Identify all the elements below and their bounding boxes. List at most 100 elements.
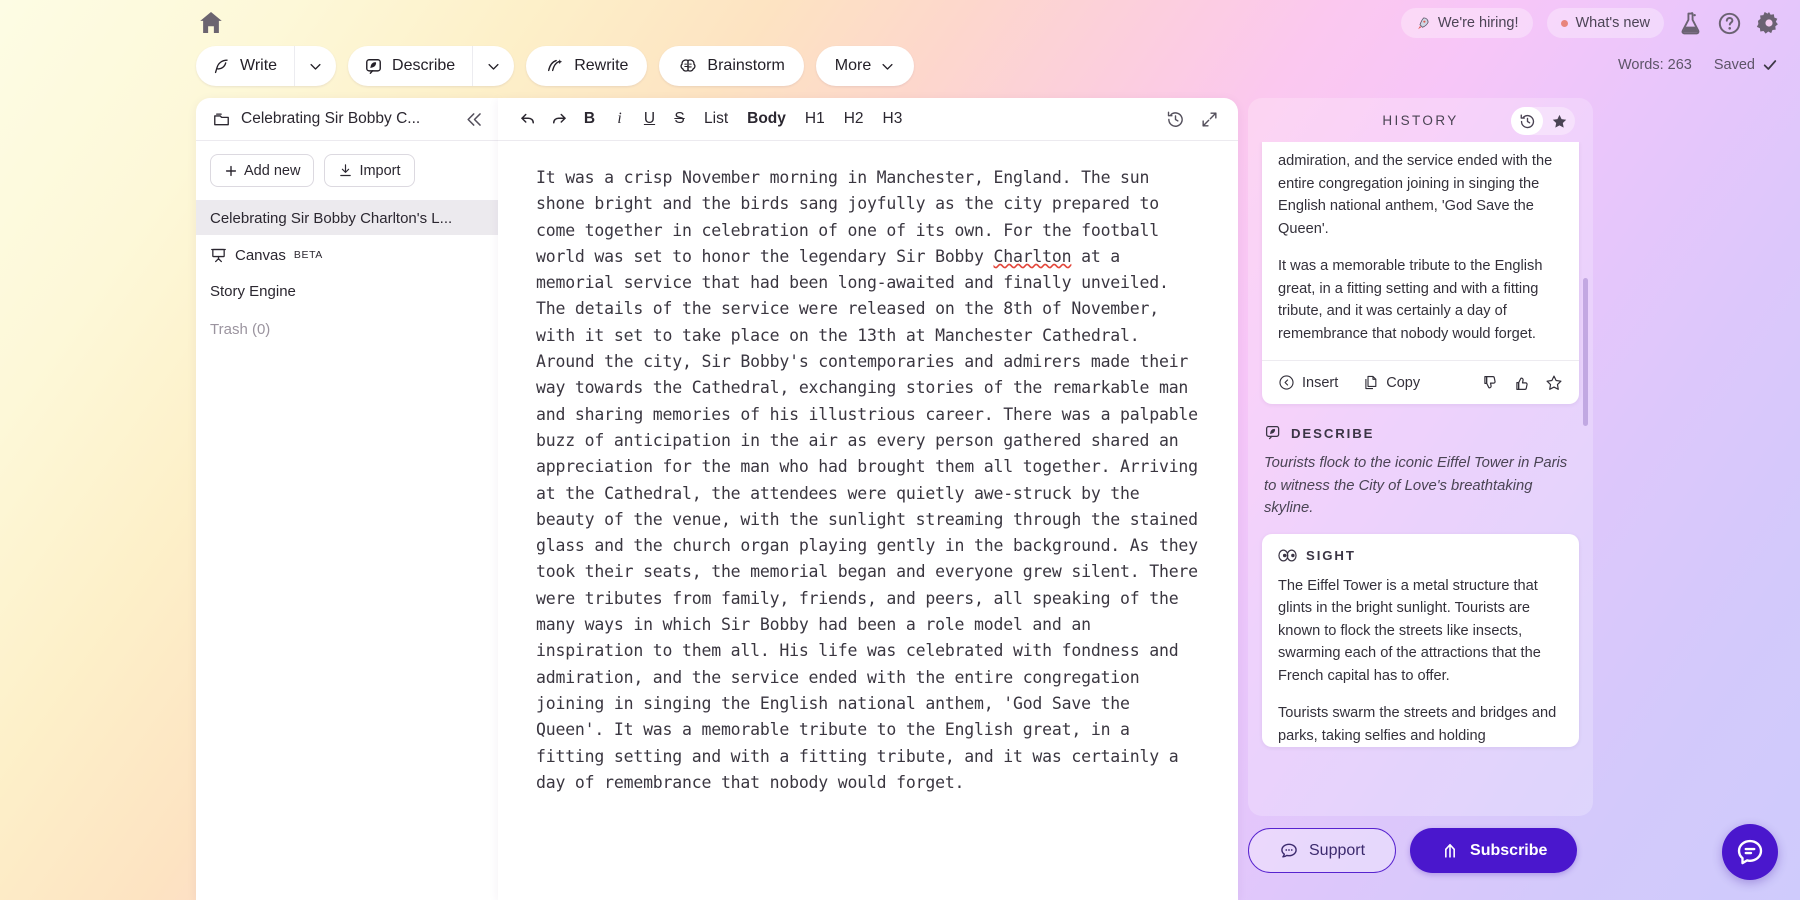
document-content[interactable]: It was a crisp November morning in Manch… (498, 141, 1238, 796)
history-toggle-button[interactable] (1511, 107, 1543, 135)
quill-icon (214, 58, 228, 73)
history-card-text: admiration, and the service ended with t… (1262, 142, 1579, 345)
subscribe-label: Subscribe (1470, 841, 1548, 859)
chevron-down-icon (882, 63, 893, 70)
history-icon (1167, 111, 1183, 127)
check-icon (1763, 60, 1777, 70)
copy-label: Copy (1386, 374, 1421, 391)
undo-button[interactable] (514, 105, 542, 133)
help-icon[interactable] (1717, 11, 1742, 36)
sidebar-item-document[interactable]: Celebrating Sir Bobby Charlton's L... (196, 201, 498, 235)
panel-mode-toggle (1511, 107, 1575, 135)
redo-icon (553, 113, 566, 124)
rewrite-button[interactable]: Rewrite (526, 46, 648, 86)
favorites-toggle-button[interactable] (1543, 107, 1575, 135)
sidebar-item-trash[interactable]: Trash (0) (196, 313, 498, 345)
canvas-label: Canvas (235, 246, 286, 264)
hiring-chip[interactable]: We're hiring! (1400, 8, 1533, 38)
home-icon (200, 12, 222, 33)
describe-section-title: DESCRIBE (1291, 425, 1375, 441)
brain-icon (680, 58, 696, 72)
arrow-up-icon (1445, 843, 1456, 858)
favorite-button[interactable] (1545, 374, 1563, 392)
bottom-actions: Support Subscribe (1248, 828, 1578, 873)
add-new-label: Add new (244, 162, 301, 179)
write-dropdown-button[interactable] (294, 46, 336, 86)
document-actions: Add new Import (196, 141, 498, 201)
doc-text-part2: at a memorial service that had been long… (536, 246, 1198, 792)
sight-card-title: SIGHT (1306, 547, 1356, 563)
expand-icon (1202, 111, 1217, 127)
h1-button[interactable]: H1 (797, 105, 833, 133)
import-label: Import (359, 162, 401, 179)
panel-scroll-area[interactable]: admiration, and the service ended with t… (1248, 142, 1593, 816)
sight-card-header: SIGHT (1262, 534, 1579, 575)
write-button[interactable]: Write (196, 46, 294, 86)
import-button[interactable]: Import (324, 154, 415, 187)
project-header: Celebrating Sir Bobby C... (196, 98, 498, 141)
underline-button[interactable]: U (636, 105, 663, 133)
topbar-right-area: We're hiring! What's new (1400, 8, 1782, 38)
document-list: Celebrating Sir Bobby Charlton's L... Ca… (196, 201, 498, 345)
describe-dropdown-button[interactable] (472, 46, 514, 86)
describe-button[interactable]: Describe (348, 46, 472, 86)
chat-icon (1281, 843, 1297, 858)
eyes-icon (1278, 549, 1297, 561)
home-button[interactable] (196, 8, 226, 38)
whats-new-chip[interactable]: What's new (1546, 8, 1664, 38)
sight-card-text: The Eiffel Tower is a metal structure th… (1262, 575, 1579, 748)
describe-icon (1265, 425, 1280, 440)
save-status: Saved (1714, 57, 1778, 73)
strikethrough-button[interactable]: S (666, 105, 693, 133)
h2-button[interactable]: H2 (836, 105, 872, 133)
italic-button[interactable]: i (606, 105, 633, 133)
history-paragraph-1: admiration, and the service ended with t… (1278, 153, 1553, 237)
body-style-button[interactable]: Body (739, 105, 794, 133)
sidebar-item-story-engine[interactable]: Story Engine (196, 275, 498, 307)
brainstorm-button[interactable]: Brainstorm (659, 46, 804, 86)
h3-button[interactable]: H3 (875, 105, 911, 133)
editor-status-row: Words: 263 Saved (1618, 57, 1778, 73)
insert-button[interactable]: Insert (1278, 374, 1338, 391)
canvas-beta-badge: BETA (293, 249, 323, 261)
flask-icon[interactable] (1678, 11, 1703, 36)
more-label: More (834, 57, 872, 74)
support-label: Support (1309, 841, 1366, 859)
text-editor: B i U S List Body H1 H2 H3 It was a cris… (498, 98, 1238, 900)
describe-tool-group: Describe (348, 46, 515, 86)
trash-label: Trash (0) (210, 320, 271, 338)
ai-tools-toolbar: Write Describe Rewrite Brainstorm More (196, 46, 915, 86)
sidebar-item-canvas[interactable]: Canvas BETA (196, 239, 498, 271)
project-title: Celebrating Sir Bobby C... (241, 110, 421, 127)
thumbs-up-button[interactable] (1513, 374, 1531, 392)
history-card-actions: Insert Copy (1262, 360, 1579, 404)
bold-button[interactable]: B (576, 105, 603, 133)
expand-editor-button[interactable] (1195, 105, 1224, 133)
more-button[interactable]: More (815, 46, 915, 86)
chat-widget-button[interactable] (1722, 824, 1778, 880)
chevrons-left-icon[interactable] (465, 110, 484, 129)
sight-result-card: SIGHT The Eiffel Tower is a metal struct… (1262, 533, 1579, 748)
misspelled-word: Charlton (993, 246, 1072, 266)
copy-button[interactable]: Copy (1362, 374, 1420, 391)
gear-icon[interactable] (1756, 10, 1782, 36)
whats-new-label: What's new (1575, 15, 1651, 31)
support-button[interactable]: Support (1248, 828, 1397, 873)
documents-panel: Celebrating Sir Bobby C... Add new Impor… (196, 98, 498, 900)
redo-button[interactable] (545, 105, 573, 133)
document-label: Celebrating Sir Bobby Charlton's L... (210, 209, 453, 227)
folder-icon (214, 112, 229, 125)
plus-icon (225, 165, 237, 176)
thumbs-down-button[interactable] (1481, 374, 1499, 392)
list-button[interactable]: List (696, 105, 736, 133)
panel-scrollbar[interactable] (1583, 278, 1588, 426)
add-new-button[interactable]: Add new (210, 154, 315, 187)
subscribe-button[interactable]: Subscribe (1410, 828, 1578, 873)
brainstorm-label: Brainstorm (707, 57, 785, 74)
describe-section-header: DESCRIBE (1248, 418, 1593, 452)
import-icon (340, 164, 352, 177)
sight-paragraph-1: The Eiffel Tower is a metal structure th… (1278, 577, 1541, 684)
sight-paragraph-2: Tourists swarm the streets and bridges a… (1278, 705, 1557, 744)
formatting-toolbar: B i U S List Body H1 H2 H3 (498, 98, 1238, 141)
version-history-button[interactable] (1161, 105, 1190, 133)
